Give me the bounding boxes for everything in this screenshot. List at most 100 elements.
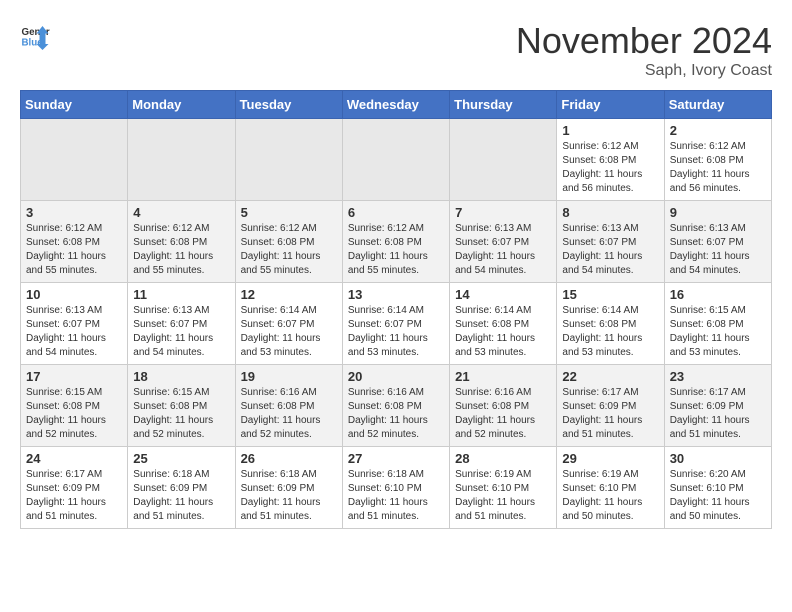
day-number: 22 [562, 369, 658, 384]
day-number: 6 [348, 205, 444, 220]
cell-content: Sunrise: 6:12 AM Sunset: 6:08 PM Dayligh… [26, 222, 122, 278]
cell-content: Sunrise: 6:12 AM Sunset: 6:08 PM Dayligh… [133, 222, 229, 278]
cell-content: Sunrise: 6:13 AM Sunset: 6:07 PM Dayligh… [455, 222, 551, 278]
calendar-cell [21, 119, 128, 201]
calendar-cell: 20 Sunrise: 6:16 AM Sunset: 6:08 PM Dayli… [342, 365, 449, 447]
calendar-cell: 19 Sunrise: 6:16 AM Sunset: 6:08 PM Dayli… [235, 365, 342, 447]
cell-content: Sunrise: 6:13 AM Sunset: 6:07 PM Dayligh… [26, 304, 122, 360]
calendar-cell: 4 Sunrise: 6:12 AM Sunset: 6:08 PM Daylig… [128, 201, 235, 283]
cell-content: Sunrise: 6:14 AM Sunset: 6:08 PM Dayligh… [455, 304, 551, 360]
day-number: 17 [26, 369, 122, 384]
day-number: 19 [241, 369, 337, 384]
calendar-cell [342, 119, 449, 201]
calendar-cell: 12 Sunrise: 6:14 AM Sunset: 6:07 PM Dayli… [235, 283, 342, 365]
day-number: 15 [562, 287, 658, 302]
calendar-cell: 14 Sunrise: 6:14 AM Sunset: 6:08 PM Dayli… [450, 283, 557, 365]
calendar-cell: 17 Sunrise: 6:15 AM Sunset: 6:08 PM Dayli… [21, 365, 128, 447]
cell-content: Sunrise: 6:19 AM Sunset: 6:10 PM Dayligh… [562, 468, 658, 524]
cell-content: Sunrise: 6:17 AM Sunset: 6:09 PM Dayligh… [670, 386, 766, 442]
cell-content: Sunrise: 6:17 AM Sunset: 6:09 PM Dayligh… [26, 468, 122, 524]
day-number: 12 [241, 287, 337, 302]
weekday-header: Monday [128, 91, 235, 119]
day-number: 8 [562, 205, 658, 220]
calendar-cell: 29 Sunrise: 6:19 AM Sunset: 6:10 PM Dayli… [557, 447, 664, 529]
cell-content: Sunrise: 6:18 AM Sunset: 6:10 PM Dayligh… [348, 468, 444, 524]
calendar-cell [128, 119, 235, 201]
day-number: 3 [26, 205, 122, 220]
page-header: General Blue November 2024 Saph, Ivory C… [20, 20, 772, 80]
cell-content: Sunrise: 6:14 AM Sunset: 6:07 PM Dayligh… [348, 304, 444, 360]
weekday-header: Thursday [450, 91, 557, 119]
day-number: 4 [133, 205, 229, 220]
day-number: 23 [670, 369, 766, 384]
day-number: 20 [348, 369, 444, 384]
day-number: 28 [455, 451, 551, 466]
calendar-cell: 8 Sunrise: 6:13 AM Sunset: 6:07 PM Daylig… [557, 201, 664, 283]
day-number: 10 [26, 287, 122, 302]
month-title: November 2024 [516, 20, 772, 62]
calendar-cell: 23 Sunrise: 6:17 AM Sunset: 6:09 PM Dayli… [664, 365, 771, 447]
day-number: 9 [670, 205, 766, 220]
day-number: 27 [348, 451, 444, 466]
calendar-cell: 13 Sunrise: 6:14 AM Sunset: 6:07 PM Dayli… [342, 283, 449, 365]
cell-content: Sunrise: 6:15 AM Sunset: 6:08 PM Dayligh… [670, 304, 766, 360]
calendar-cell: 16 Sunrise: 6:15 AM Sunset: 6:08 PM Dayli… [664, 283, 771, 365]
cell-content: Sunrise: 6:18 AM Sunset: 6:09 PM Dayligh… [241, 468, 337, 524]
calendar-cell [235, 119, 342, 201]
title-block: November 2024 Saph, Ivory Coast [516, 20, 772, 80]
location-subtitle: Saph, Ivory Coast [516, 62, 772, 80]
calendar-cell: 9Sunrise: 6:13 AM Sunset: 6:07 PM Daylig… [664, 201, 771, 283]
calendar-cell [450, 119, 557, 201]
calendar-table: SundayMondayTuesdayWednesdayThursdayFrid… [20, 90, 772, 529]
calendar-cell: 2Sunrise: 6:12 AM Sunset: 6:08 PM Daylig… [664, 119, 771, 201]
weekday-header: Friday [557, 91, 664, 119]
weekday-header: Tuesday [235, 91, 342, 119]
day-number: 5 [241, 205, 337, 220]
calendar-cell: 25 Sunrise: 6:18 AM Sunset: 6:09 PM Dayli… [128, 447, 235, 529]
day-number: 14 [455, 287, 551, 302]
calendar-cell: 30Sunrise: 6:20 AM Sunset: 6:10 PM Dayli… [664, 447, 771, 529]
day-number: 13 [348, 287, 444, 302]
calendar-cell: 22 Sunrise: 6:17 AM Sunset: 6:09 PM Dayli… [557, 365, 664, 447]
day-number: 1 [562, 123, 658, 138]
calendar-cell: 21Sunrise: 6:16 AM Sunset: 6:08 PM Dayli… [450, 365, 557, 447]
cell-content: Sunrise: 6:14 AM Sunset: 6:07 PM Dayligh… [241, 304, 337, 360]
day-number: 18 [133, 369, 229, 384]
calendar-cell: 28 Sunrise: 6:19 AM Sunset: 6:10 PM Dayli… [450, 447, 557, 529]
cell-content: Sunrise: 6:15 AM Sunset: 6:08 PM Dayligh… [26, 386, 122, 442]
calendar-cell: 1 Sunrise: 6:12 AM Sunset: 6:08 PM Daylig… [557, 119, 664, 201]
calendar-cell: 26 Sunrise: 6:18 AM Sunset: 6:09 PM Dayli… [235, 447, 342, 529]
weekday-header: Saturday [664, 91, 771, 119]
cell-content: Sunrise: 6:16 AM Sunset: 6:08 PM Dayligh… [348, 386, 444, 442]
cell-content: Sunrise: 6:16 AM Sunset: 6:08 PM Dayligh… [241, 386, 337, 442]
calendar-cell: 3 Sunrise: 6:12 AM Sunset: 6:08 PM Daylig… [21, 201, 128, 283]
day-number: 29 [562, 451, 658, 466]
logo-icon: General Blue [20, 20, 50, 50]
day-number: 11 [133, 287, 229, 302]
cell-content: Sunrise: 6:12 AM Sunset: 6:08 PM Dayligh… [562, 140, 658, 196]
calendar-cell: 5 Sunrise: 6:12 AM Sunset: 6:08 PM Daylig… [235, 201, 342, 283]
day-number: 30 [670, 451, 766, 466]
calendar-cell: 7 Sunrise: 6:13 AM Sunset: 6:07 PM Daylig… [450, 201, 557, 283]
cell-content: Sunrise: 6:18 AM Sunset: 6:09 PM Dayligh… [133, 468, 229, 524]
cell-content: Sunrise: 6:17 AM Sunset: 6:09 PM Dayligh… [562, 386, 658, 442]
day-number: 24 [26, 451, 122, 466]
logo: General Blue [20, 20, 50, 50]
day-number: 25 [133, 451, 229, 466]
cell-content: Sunrise: 6:13 AM Sunset: 6:07 PM Dayligh… [133, 304, 229, 360]
cell-content: Sunrise: 6:12 AM Sunset: 6:08 PM Dayligh… [348, 222, 444, 278]
calendar-cell: 24 Sunrise: 6:17 AM Sunset: 6:09 PM Dayli… [21, 447, 128, 529]
cell-content: Sunrise: 6:12 AM Sunset: 6:08 PM Dayligh… [241, 222, 337, 278]
day-number: 7 [455, 205, 551, 220]
day-number: 2 [670, 123, 766, 138]
calendar-cell: 10 Sunrise: 6:13 AM Sunset: 6:07 PM Dayli… [21, 283, 128, 365]
calendar-cell: 18Sunrise: 6:15 AM Sunset: 6:08 PM Dayli… [128, 365, 235, 447]
cell-content: Sunrise: 6:13 AM Sunset: 6:07 PM Dayligh… [562, 222, 658, 278]
calendar-cell: 6 Sunrise: 6:12 AM Sunset: 6:08 PM Daylig… [342, 201, 449, 283]
calendar-cell: 27 Sunrise: 6:18 AM Sunset: 6:10 PM Dayli… [342, 447, 449, 529]
day-number: 16 [670, 287, 766, 302]
calendar-cell: 11 Sunrise: 6:13 AM Sunset: 6:07 PM Dayli… [128, 283, 235, 365]
cell-content: Sunrise: 6:19 AM Sunset: 6:10 PM Dayligh… [455, 468, 551, 524]
day-number: 26 [241, 451, 337, 466]
weekday-header: Wednesday [342, 91, 449, 119]
